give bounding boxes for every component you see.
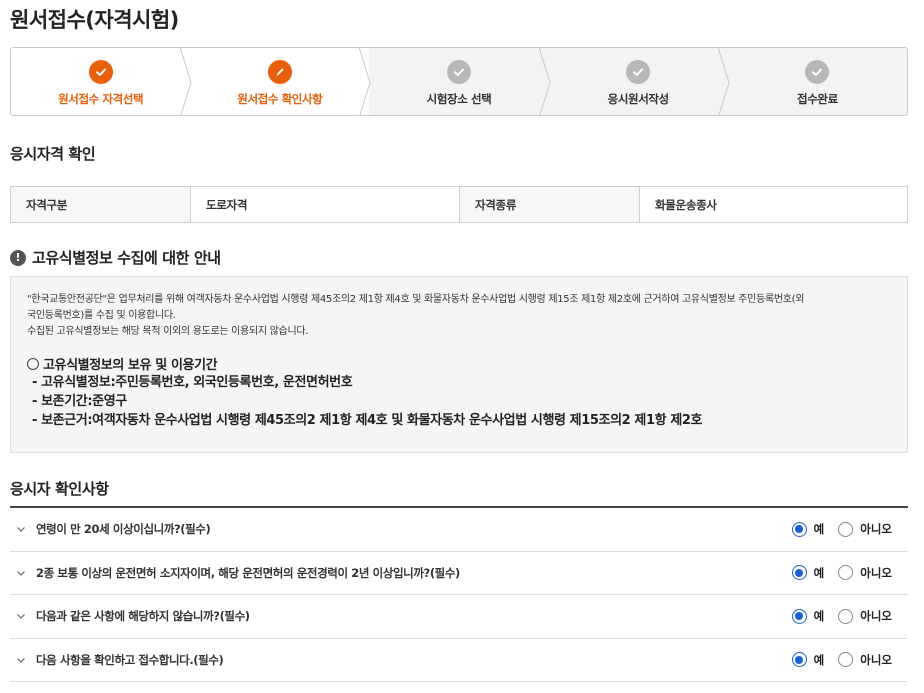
confirm-question: 2종 보통 이상의 운전면허 소지자이며, 해당 운전면허의 운전경력이 2년 … — [36, 565, 460, 580]
no-radio[interactable] — [838, 608, 854, 624]
qualification-category-value: 도로자격 — [190, 187, 459, 222]
confirm-item-disqualification[interactable]: 다음과 같은 사항에 해당하지 않습니까?(필수) 예 아니오 — [10, 595, 908, 639]
check-icon — [626, 60, 651, 84]
yes-radio[interactable] — [791, 521, 807, 537]
no-label: 아니오 — [860, 652, 892, 667]
check-icon — [805, 60, 830, 84]
notice-paragraph: "한국교통안전공단"은 업무처리를 위해 여객자동차 운수사업법 시행령 제45… — [27, 294, 805, 305]
confirm-section-title: 응시자 확인사항 — [10, 480, 109, 498]
step-label: 원서접수 자격선택 — [58, 92, 144, 106]
confirm-question: 연령이 만 20세 이상이십니까?(필수) — [36, 522, 211, 537]
qualification-section-title: 응시자격 확인 — [10, 145, 96, 163]
no-label: 아니오 — [860, 522, 892, 537]
no-radio[interactable] — [838, 565, 854, 581]
circle-bullet-icon — [27, 357, 39, 370]
notice-box: "한국교통안전공단"은 업무처리를 위해 여객자동차 운수사업법 시행령 제45… — [10, 276, 908, 453]
exclamation-icon: ! — [10, 249, 26, 266]
no-label: 아니오 — [860, 609, 892, 624]
no-label: 아니오 — [860, 565, 892, 580]
confirm-question: 다음 사항을 확인하고 접수합니다.(필수) — [36, 652, 224, 667]
step-application-form: 응시원서작성 — [548, 48, 730, 115]
check-icon — [447, 60, 471, 84]
yes-radio[interactable] — [791, 565, 807, 581]
confirm-question: 다음과 같은 사항에 해당하지 않습니까?(필수) — [36, 609, 250, 624]
step-label: 접수완료 — [797, 92, 838, 106]
step-qualification-select: 원서접수 자격선택 — [11, 48, 192, 115]
qualification-table: 자격구분 도로자격 자격종류 화물운송종사 — [10, 186, 908, 223]
page-title: 원서접수(자격시험) — [10, 8, 179, 32]
retention-item: - 고유식별정보:주민등록번호, 외국인등록번호, 운전면허번호 — [32, 375, 353, 390]
no-radio[interactable] — [838, 521, 854, 537]
pencil-icon — [267, 60, 292, 84]
confirm-item-age[interactable]: 연령이 만 20세 이상이십니까?(필수) 예 아니오 — [10, 508, 908, 552]
confirm-list: 연령이 만 20세 이상이십니까?(필수) 예 아니오 2종 보통 이상의 운전… — [10, 506, 908, 682]
retention-heading: 고유식별정보의 보유 및 이용기간 — [27, 354, 891, 373]
yes-label: 예 — [813, 609, 825, 624]
step-venue-select: 시험장소 선택 — [369, 48, 551, 115]
confirm-item-license[interactable]: 2종 보통 이상의 운전면허 소지자이며, 해당 운전면허의 운전경력이 2년 … — [10, 552, 908, 595]
notice-paragraph: 국인등록번호)를 수집 및 이용합니다. — [27, 310, 176, 321]
yes-label: 예 — [813, 652, 825, 667]
chevron-down-icon[interactable] — [16, 524, 26, 534]
chevron-down-icon[interactable] — [16, 611, 26, 621]
notice-title: 고유식별정보 수집에 대한 안내 — [32, 249, 221, 267]
chevron-down-icon[interactable] — [16, 655, 26, 665]
step-confirm-items: 원서접수 확인사항 — [190, 48, 371, 115]
yes-radio[interactable] — [791, 652, 807, 668]
confirm-item-acknowledge[interactable]: 다음 사항을 확인하고 접수합니다.(필수) 예 아니오 — [10, 639, 908, 682]
notice-heading: ! 고유식별정보 수집에 대한 안내 — [10, 247, 221, 268]
yes-label: 예 — [813, 522, 825, 537]
progress-stepper: 원서접수 자격선택 원서접수 확인사항 시험장소 선택 응시원서작성 접수완료 — [10, 47, 908, 116]
step-label: 응시원서작성 — [607, 92, 669, 106]
yes-radio[interactable] — [791, 608, 807, 624]
no-radio[interactable] — [838, 652, 854, 668]
step-label: 원서접수 확인사항 — [237, 92, 323, 106]
qualification-type-header: 자격종류 — [459, 187, 639, 222]
step-label: 시험장소 선택 — [426, 92, 492, 106]
retention-item: - 보존기간:준영구 — [32, 394, 127, 409]
yes-label: 예 — [813, 565, 825, 580]
qualification-category-header: 자격구분 — [10, 187, 190, 222]
chevron-down-icon[interactable] — [16, 568, 26, 578]
qualification-type-value: 화물운송종사 — [639, 187, 908, 222]
retention-title: 고유식별정보의 보유 및 이용기간 — [43, 358, 218, 373]
check-icon — [88, 60, 113, 84]
step-complete: 접수완료 — [727, 48, 907, 115]
notice-paragraph: 수집된 고유식별정보는 해당 목적 이외의 용도로는 이용되지 않습니다. — [27, 326, 309, 337]
retention-item: - 보존근거:여객자동차 운수사업법 시행령 제45조의2 제1항 제4호 및 … — [32, 413, 703, 428]
